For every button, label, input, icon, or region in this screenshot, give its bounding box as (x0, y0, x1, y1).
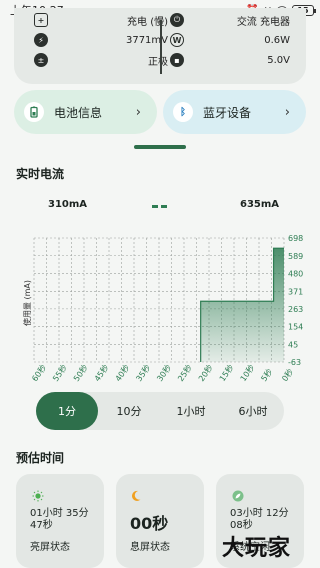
realtime-current-title: 实时电流 (16, 167, 65, 181)
battery-info-label: 电池信息 (54, 105, 103, 120)
y-tick-label: 263 (288, 305, 303, 314)
moon-icon (132, 490, 141, 501)
y-tick-label: 45 (288, 340, 298, 349)
time-range-selector[interactable]: 1分 10分 1小时 6小时 (36, 392, 284, 430)
charging-plug-icon: + (34, 13, 48, 27)
bluetooth-devices-label: 蓝牙设备 (203, 105, 252, 120)
estimate-title: 预估时间 (16, 451, 65, 465)
screen-on-time: 01小时 35分 47秒 (30, 508, 89, 531)
battery-voltage: 3771mV (125, 34, 168, 46)
charger-type: 交流 充电器 (236, 16, 290, 28)
current-max-value: 635mA (240, 199, 280, 210)
chevron-right-icon: › (135, 104, 141, 120)
range-option-1min[interactable]: 1分 (36, 392, 98, 430)
range-option-10min[interactable]: 10分 (98, 392, 160, 430)
watt-icon: W (170, 33, 184, 47)
x-tick-label: 30秒 (154, 363, 173, 384)
sun-icon (32, 490, 44, 502)
screen-off-time: 00秒 (130, 514, 169, 533)
current-series-area (200, 248, 284, 362)
estimate-card-screen-off[interactable]: 00秒 息屏状态 (116, 474, 204, 568)
bluetooth-devices-button[interactable]: ᛒ 蓝牙设备 › (163, 90, 306, 134)
charge-power: 0.6W (264, 34, 290, 46)
x-tick-label: 35秒 (134, 363, 153, 384)
battery-polarity: 正极 (148, 56, 168, 68)
y-tick-label: 480 (288, 270, 303, 279)
y-tick-label: 154 (288, 323, 303, 332)
drag-handle[interactable] (134, 145, 186, 149)
y-axis-label: 使用量 (mA) (22, 280, 32, 326)
x-tick-label: 55秒 (50, 363, 69, 384)
range-option-1hour[interactable]: 1小时 (160, 392, 222, 430)
x-tick-label: 20秒 (196, 363, 215, 384)
battery-polarity-icon: ± (34, 53, 48, 67)
x-tick-label: 0秒 (279, 367, 295, 383)
bolt-icon: ⚡ (34, 33, 48, 47)
x-tick-label: 45秒 (92, 363, 111, 384)
y-tick-label: 371 (288, 287, 303, 296)
y-tick-label: 698 (288, 234, 303, 243)
battery-info-icon (24, 102, 44, 122)
charger-voltage: 5.0V (267, 54, 290, 66)
x-tick-label: 60秒 (29, 363, 48, 384)
screen-off-label: 息屏状态 (130, 542, 170, 553)
ac-plug-icon: ⏻ (170, 13, 184, 27)
charge-status: 充电 (慢) (127, 16, 168, 28)
chevron-right-icon: › (284, 104, 290, 120)
voltage-plug-icon: ▪ (170, 53, 184, 67)
current-indicator-icon (152, 205, 168, 208)
info-divider (160, 20, 162, 74)
leaf-icon (232, 490, 244, 502)
x-tick-label: 50秒 (71, 363, 90, 384)
watermark-logo: 大玩家 (222, 535, 292, 561)
estimate-card-screen-on[interactable]: 01小时 35分 47秒 亮屏状态 (16, 474, 104, 568)
screen-on-label: 亮屏状态 (30, 542, 70, 553)
range-option-6hour[interactable]: 6小时 (222, 392, 284, 430)
y-tick-label: 589 (288, 252, 303, 261)
bluetooth-icon: ᛒ (173, 102, 193, 122)
charging-info-card: + 充电 (慢) ⏻ 交流 充电器 ⚡ 3771mV W 0.6W ± 正极 ▪… (14, 8, 306, 84)
current-min-value: 310mA (48, 199, 88, 210)
battery-info-button[interactable]: 电池信息 › (14, 90, 157, 134)
x-tick-label: 10秒 (238, 363, 257, 384)
x-tick-label: 40秒 (113, 363, 132, 384)
x-tick-label: 25秒 (175, 363, 194, 384)
x-tick-label: 15秒 (217, 363, 236, 384)
x-tick-label: 5秒 (259, 367, 275, 383)
idle-time: 03小时 12分 08秒 (230, 508, 289, 531)
y-tick-label: -63 (288, 358, 301, 367)
current-chart: 698 589 480 371 263 154 45 -63 60秒 55秒 50秒 45秒 40秒 35… (22, 234, 303, 384)
